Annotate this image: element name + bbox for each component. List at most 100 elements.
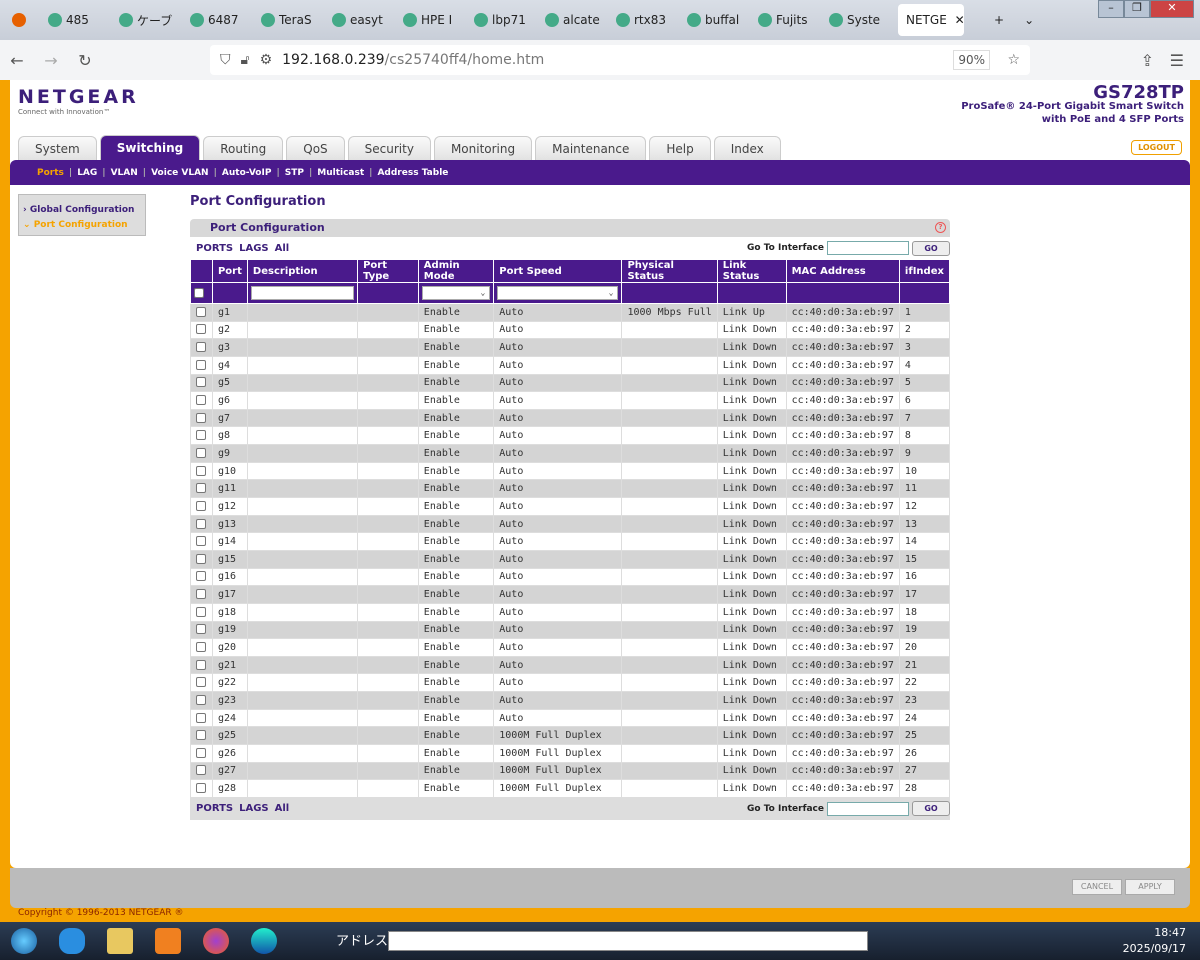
subnav-vlan[interactable]: VLAN (106, 168, 143, 178)
filter-lags-link[interactable]: LAGS (239, 803, 269, 814)
tab-routing[interactable]: Routing (203, 136, 284, 160)
apply-button[interactable]: APPLY (1125, 879, 1175, 895)
tab-monitoring[interactable]: Monitoring (433, 136, 533, 160)
zoom-level[interactable]: 90% (953, 50, 990, 70)
admin-mode-select[interactable]: ⌄ (421, 286, 491, 300)
admin-mode-cell: Enable (417, 761, 495, 781)
bookmark-star-icon[interactable]: ☆ (1007, 52, 1020, 68)
browser-tab[interactable]: TeraS (253, 12, 324, 29)
browser-tab[interactable]: 6487 (182, 12, 253, 29)
row-checkbox[interactable] (196, 377, 206, 388)
row-checkbox[interactable] (196, 430, 206, 441)
minimize-button[interactable]: – (1098, 0, 1124, 18)
row-checkbox[interactable] (196, 483, 206, 494)
goto-interface-input[interactable] (827, 241, 909, 255)
tab-system[interactable]: System (18, 136, 97, 160)
filter-ports-link[interactable]: PORTS (196, 803, 233, 814)
browser-tab[interactable]: lbp71 (466, 12, 537, 29)
row-checkbox[interactable] (196, 324, 206, 335)
row-checkbox[interactable] (196, 500, 206, 511)
subnav-voice-vlan[interactable]: Voice VLAN (146, 168, 214, 178)
row-checkbox[interactable] (196, 306, 206, 317)
new-tab-button[interactable]: + (994, 13, 1004, 27)
browser-tab[interactable]: 485 (40, 12, 111, 29)
close-window-button[interactable]: ✕ (1150, 0, 1194, 18)
row-checkbox[interactable] (196, 641, 206, 652)
ie-icon[interactable] (48, 924, 96, 958)
logout-button[interactable]: LOGOUT (1131, 140, 1182, 155)
tab-security[interactable]: Security (347, 136, 431, 160)
row-checkbox[interactable] (196, 553, 206, 564)
tab-index[interactable]: Index (713, 136, 781, 160)
select-all-checkbox[interactable] (194, 287, 204, 298)
browser-tab[interactable]: easyt (324, 12, 395, 29)
media-player-icon[interactable] (144, 924, 192, 958)
forward-icon[interactable]: → (34, 51, 68, 70)
tab-help[interactable]: Help (649, 136, 711, 160)
go-button[interactable]: GO (912, 801, 950, 817)
go-button[interactable]: GO (912, 240, 950, 256)
cancel-button[interactable]: CANCEL (1072, 879, 1122, 895)
browser-tab[interactable]: alcate (537, 12, 608, 29)
row-checkbox[interactable] (196, 518, 206, 529)
row-checkbox[interactable] (196, 712, 206, 723)
row-checkbox[interactable] (196, 589, 206, 600)
description-input[interactable] (250, 286, 355, 300)
menu-icon[interactable]: ☰ (1170, 51, 1184, 70)
row-checkbox[interactable] (196, 447, 206, 458)
subnav-multicast[interactable]: Multicast (312, 168, 369, 178)
row-checkbox[interactable] (196, 412, 206, 423)
browser-tab[interactable]: ケーブ (111, 12, 182, 29)
browser-tab[interactable]: rtx83 (608, 12, 679, 29)
row-checkbox[interactable] (196, 694, 206, 705)
tab-switching[interactable]: Switching (99, 135, 201, 160)
start-button[interactable] (0, 924, 48, 958)
row-checkbox[interactable] (196, 465, 206, 476)
row-checkbox[interactable] (196, 677, 206, 688)
subnav-ports[interactable]: Ports (32, 168, 69, 178)
row-checkbox[interactable] (196, 659, 206, 670)
browser-tab[interactable]: buffal (679, 12, 750, 29)
firefox-taskbar-icon[interactable] (192, 924, 240, 958)
row-checkbox[interactable] (196, 730, 206, 741)
browser-tab[interactable]: Syste (821, 12, 892, 29)
sidebar-item-port-configuration[interactable]: ⌄ Port Configuration (23, 218, 141, 233)
back-icon[interactable]: ← (0, 51, 34, 70)
url-bar[interactable]: ⛉ 🔓︎ ⚙︎ 192.168.0.239/cs25740ff4/home.htm … (210, 45, 1030, 75)
extensions-icon[interactable]: ⇪ (1141, 51, 1154, 70)
address-input[interactable] (388, 931, 868, 951)
restore-button[interactable]: ❐ (1124, 0, 1150, 18)
row-checkbox[interactable] (196, 606, 206, 617)
filter-all-link[interactable]: All (275, 243, 290, 254)
row-checkbox[interactable] (196, 342, 206, 353)
row-checkbox[interactable] (196, 359, 206, 370)
row-checkbox[interactable] (196, 765, 206, 776)
reload-icon[interactable]: ↻ (68, 51, 102, 70)
browser-tab[interactable]: HPE I (395, 12, 466, 29)
edge-icon[interactable] (240, 924, 288, 958)
port-speed-select[interactable]: ⌄ (497, 286, 619, 300)
subnav-stp[interactable]: STP (280, 168, 309, 178)
file-explorer-icon[interactable] (96, 924, 144, 958)
sidebar-item-global-configuration[interactable]: › Global Configuration (23, 203, 141, 218)
browser-tab[interactable]: Fujits (750, 12, 821, 29)
row-checkbox[interactable] (196, 747, 206, 758)
row-checkbox[interactable] (196, 783, 206, 794)
filter-all-link[interactable]: All (275, 803, 290, 814)
tab-list-button[interactable]: ⌄ (1024, 13, 1034, 27)
subnav-auto-voip[interactable]: Auto-VoIP (217, 168, 277, 178)
goto-interface-input[interactable] (827, 801, 909, 816)
browser-tab-active[interactable]: NETGE ✕ (898, 4, 964, 36)
help-icon[interactable]: ? (935, 222, 946, 233)
subnav-address-table[interactable]: Address Table (372, 168, 453, 178)
row-checkbox[interactable] (196, 571, 206, 582)
tab-maintenance[interactable]: Maintenance (535, 136, 647, 160)
tab-qos[interactable]: QoS (286, 136, 345, 160)
row-checkbox[interactable] (196, 395, 206, 406)
clock[interactable]: 18:47 2025/09/17 (1123, 925, 1186, 957)
filter-ports-link[interactable]: PORTS (196, 243, 233, 254)
row-checkbox[interactable] (196, 624, 206, 635)
row-checkbox[interactable] (196, 536, 206, 547)
subnav-lag[interactable]: LAG (72, 168, 102, 178)
filter-lags-link[interactable]: LAGS (239, 243, 269, 254)
